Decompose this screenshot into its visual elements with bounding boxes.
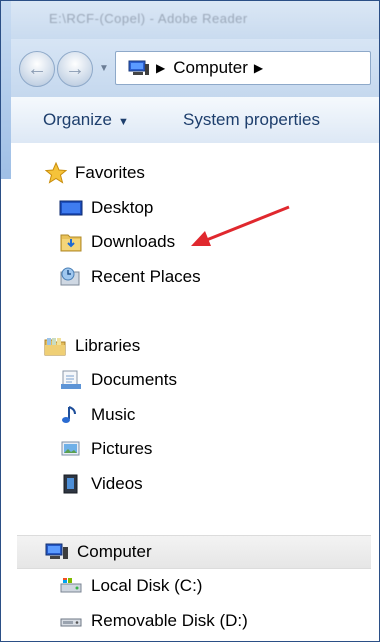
- window-title: E:\RCF-(Copel) - Adobe Reader: [49, 11, 248, 26]
- forward-button[interactable]: →: [57, 51, 93, 87]
- downloads-folder-icon: [60, 234, 82, 252]
- nav-computer[interactable]: Computer: [45, 538, 152, 566]
- nav-downloads-label: Downloads: [91, 232, 176, 251]
- explorer-window: E:\RCF-(Copel) - Adobe Reader ← → ▼ ▶ Co…: [0, 0, 380, 642]
- navigation-bar: ← → ▼ ▶ Computer ▶: [11, 39, 379, 97]
- command-bar: Organize ▼ System properties: [11, 97, 379, 144]
- computer-icon: [128, 60, 149, 75]
- libraries-icon: [44, 338, 66, 356]
- nav-music-label: Music: [91, 405, 136, 424]
- nav-pictures[interactable]: Pictures: [59, 435, 152, 463]
- videos-library-icon: [63, 474, 78, 494]
- navigation-pane: Favorites Desktop Downloads Recent Place…: [11, 143, 379, 641]
- nav-favorites[interactable]: Favorites: [45, 159, 145, 187]
- back-button[interactable]: ←: [19, 51, 55, 87]
- nav-desktop[interactable]: Desktop: [59, 194, 153, 222]
- title-bar: E:\RCF-(Copel) - Adobe Reader: [11, 1, 379, 39]
- back-arrow-icon: ←: [27, 57, 47, 80]
- organize-button[interactable]: Organize ▼: [43, 110, 129, 130]
- nav-removable-disk-d[interactable]: Removable Disk (D:): [59, 607, 248, 635]
- breadcrumb-chevron-icon[interactable]: ▶: [254, 61, 263, 75]
- nav-libraries-label: Libraries: [75, 336, 141, 355]
- nav-removable-disk-d-label: Removable Disk (D:): [91, 611, 248, 630]
- forward-arrow-icon: →: [65, 57, 85, 80]
- recent-places-icon: [60, 267, 80, 286]
- documents-library-icon: [61, 370, 81, 389]
- nav-music[interactable]: Music: [59, 401, 135, 429]
- star-icon: [45, 162, 67, 184]
- nav-local-disk-c[interactable]: Local Disk (C:): [59, 572, 202, 600]
- address-bar[interactable]: ▶ Computer ▶: [115, 51, 371, 85]
- breadcrumb-computer[interactable]: Computer: [173, 58, 248, 78]
- computer-icon: [45, 543, 68, 559]
- nav-desktop-label: Desktop: [91, 198, 154, 217]
- organize-dropdown-icon: ▼: [117, 116, 129, 128]
- organize-label: Organize: [43, 110, 112, 129]
- system-properties-button[interactable]: System properties: [183, 110, 320, 130]
- nav-pictures-label: Pictures: [91, 439, 153, 458]
- removable-disk-icon: [60, 618, 82, 627]
- nav-recent-places[interactable]: Recent Places: [59, 263, 201, 291]
- desktop-icon: [59, 200, 83, 216]
- nav-recent-places-label: Recent Places: [91, 267, 201, 286]
- nav-downloads[interactable]: Downloads: [59, 228, 175, 256]
- nav-local-disk-c-label: Local Disk (C:): [91, 576, 203, 595]
- nav-videos-label: Videos: [91, 474, 143, 493]
- nav-videos[interactable]: Videos: [59, 470, 143, 498]
- breadcrumb-chevron-icon[interactable]: ▶: [156, 61, 165, 75]
- nav-documents[interactable]: Documents: [59, 366, 177, 394]
- system-properties-label: System properties: [183, 110, 320, 129]
- nav-documents-label: Documents: [91, 370, 177, 389]
- nav-computer-label: Computer: [77, 542, 152, 561]
- music-library-icon: [62, 406, 76, 423]
- recent-pages-dropdown-icon[interactable]: ▼: [99, 63, 109, 74]
- nav-libraries[interactable]: Libraries: [43, 332, 140, 360]
- nav-favorites-label: Favorites: [75, 163, 145, 182]
- local-disk-icon: [60, 578, 82, 593]
- pictures-library-icon: [61, 441, 80, 456]
